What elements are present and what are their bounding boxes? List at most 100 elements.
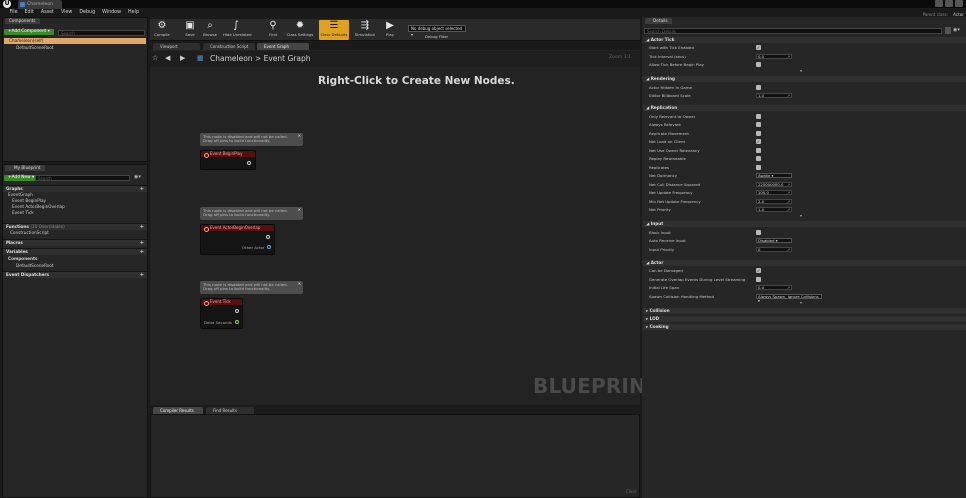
find-button[interactable]: ⚲ Find bbox=[261, 20, 285, 40]
class-defaults-button[interactable]: ☰ Class Defaults bbox=[319, 20, 349, 40]
block-input-checkbox[interactable] bbox=[756, 230, 761, 235]
favorite-star-icon[interactable]: ☆ bbox=[152, 54, 158, 62]
add-new-button[interactable]: +Add New ▾ bbox=[4, 175, 39, 181]
category-lod[interactable]: ▸ LOD bbox=[643, 316, 966, 322]
exec-pin-icon[interactable] bbox=[266, 235, 270, 239]
property-matrix-icon[interactable] bbox=[945, 27, 951, 34]
expand-advanced-icon[interactable]: ▾ bbox=[800, 300, 802, 305]
close-icon[interactable]: ✕ bbox=[298, 133, 301, 138]
blueprint-search-input[interactable]: Search bbox=[35, 175, 130, 181]
tree-defaultsceneroot[interactable]: DefaultSceneRoot bbox=[10, 263, 54, 269]
graphs-header[interactable]: Graphs + bbox=[3, 185, 147, 192]
net-update-input[interactable]: 100.0 ↗ bbox=[756, 190, 792, 195]
replicate-movement-checkbox[interactable] bbox=[756, 131, 761, 136]
tick-interval-input[interactable]: 0.0 ↗ bbox=[756, 54, 792, 59]
spinner-icon[interactable]: ↗ bbox=[787, 191, 790, 195]
node-body[interactable]: Event Tick Delta Seconds bbox=[200, 298, 243, 329]
menu-help[interactable]: Help bbox=[125, 9, 143, 17]
tab-viewport[interactable]: Viewport bbox=[153, 43, 200, 50]
add-function-icon[interactable]: + bbox=[140, 224, 144, 230]
view-options-icon[interactable]: ◉▾ bbox=[134, 174, 141, 180]
hide-unrelated-button[interactable]: ∫ Hide Unrelated bbox=[223, 20, 251, 40]
net-load-client-checkbox[interactable]: ✓ bbox=[756, 139, 761, 144]
add-macro-icon[interactable]: + bbox=[140, 240, 144, 246]
expand-advanced-icon[interactable]: ▾ bbox=[800, 68, 802, 73]
menu-edit[interactable]: Edit bbox=[21, 9, 37, 17]
add-variable-icon[interactable]: + bbox=[140, 249, 144, 255]
close-button[interactable] bbox=[955, 0, 963, 7]
document-tab[interactable]: Chameleon bbox=[18, 0, 62, 9]
menu-debug[interactable]: Debug bbox=[76, 9, 99, 17]
tab-compiler-results[interactable]: Compiler Results bbox=[153, 407, 203, 414]
category-input[interactable]: ◢ Input bbox=[643, 221, 966, 227]
close-icon[interactable]: ✕ bbox=[298, 207, 301, 212]
clear-button[interactable]: Clear bbox=[626, 489, 636, 494]
tree-components-category[interactable]: Components bbox=[2, 256, 37, 262]
close-icon[interactable]: ✕ bbox=[298, 281, 301, 286]
play-button[interactable]: ▶ Play bbox=[378, 20, 402, 40]
replicates-checkbox[interactable] bbox=[756, 165, 761, 170]
add-component-button[interactable]: +Add Component ▾ bbox=[4, 29, 54, 35]
class-settings-button[interactable]: ✹ Class Settings bbox=[286, 20, 314, 40]
billboard-scale-input[interactable]: 1.0 ↗ bbox=[756, 93, 792, 98]
spinner-icon[interactable]: ↗ bbox=[787, 183, 790, 187]
start-with-tick-checkbox[interactable]: ✓ bbox=[756, 45, 761, 50]
menu-window[interactable]: Window bbox=[99, 9, 125, 17]
unreal-logo-icon[interactable]: U bbox=[3, 0, 11, 8]
my-blueprint-tab[interactable]: My Blueprint bbox=[5, 165, 45, 171]
event-dispatchers-header[interactable]: Event Dispatchers + bbox=[3, 271, 147, 278]
tab-find-results[interactable]: Find Results bbox=[206, 407, 254, 414]
details-tab[interactable]: Details bbox=[645, 18, 672, 24]
auto-receive-select[interactable]: Disabled ▾ bbox=[756, 238, 792, 243]
gen-overlap-checkbox[interactable] bbox=[756, 277, 761, 282]
allow-tick-before-checkbox[interactable] bbox=[756, 62, 761, 67]
menu-asset[interactable]: Asset bbox=[37, 9, 57, 17]
spinner-icon[interactable]: ↗ bbox=[787, 55, 790, 59]
tab-event-graph[interactable]: Event Graph bbox=[257, 43, 309, 50]
add-graph-icon[interactable]: + bbox=[140, 186, 144, 192]
tab-construction-script[interactable]: Construction Script bbox=[203, 43, 255, 50]
component-item-defaultsceneroot[interactable]: DefaultSceneRoot bbox=[10, 45, 54, 51]
category-cooking[interactable]: ▸ Cooking bbox=[643, 324, 966, 330]
can-be-damaged-checkbox[interactable]: ✓ bbox=[756, 268, 761, 273]
category-actor[interactable]: ◢ Actor bbox=[643, 260, 966, 266]
debug-object-select[interactable]: No debug object selected ▾ bbox=[408, 25, 466, 37]
float-pin-icon[interactable] bbox=[235, 320, 239, 324]
spinner-icon[interactable]: ↗ bbox=[787, 94, 790, 98]
maximize-button[interactable] bbox=[945, 0, 953, 7]
macros-header[interactable]: Macros + bbox=[3, 239, 147, 246]
breadcrumb-root[interactable]: Chameleon bbox=[210, 54, 253, 63]
expand-advanced-icon[interactable]: ▾ bbox=[800, 213, 802, 218]
exec-pin-icon[interactable] bbox=[247, 161, 251, 165]
category-collision[interactable]: ▸ Collision bbox=[643, 308, 966, 314]
node-body[interactable]: Event BeginPlay bbox=[200, 150, 256, 170]
details-search-input[interactable]: Search Details bbox=[644, 28, 942, 34]
minimize-button[interactable] bbox=[935, 0, 943, 7]
breadcrumb-leaf[interactable]: Event Graph bbox=[264, 54, 311, 63]
exec-pin-icon[interactable] bbox=[235, 309, 239, 313]
initial-life-input[interactable]: 0.0 ↗ bbox=[756, 285, 792, 290]
tree-event-tick[interactable]: Event Tick bbox=[6, 210, 34, 216]
spinner-icon[interactable]: ↗ bbox=[787, 208, 790, 212]
only-relevant-owner-checkbox[interactable] bbox=[756, 114, 761, 119]
menu-view[interactable]: View bbox=[57, 9, 75, 17]
object-pin-icon[interactable] bbox=[267, 245, 271, 249]
browse-button[interactable]: ⌕ Browse bbox=[198, 20, 222, 40]
spinner-icon[interactable]: ↗ bbox=[787, 248, 790, 252]
components-tab[interactable]: Components bbox=[5, 18, 40, 24]
category-actor-tick[interactable]: ◢ Actor Tick bbox=[643, 37, 966, 43]
spinner-icon[interactable]: ↗ bbox=[787, 200, 790, 204]
variables-header[interactable]: Variables + bbox=[3, 248, 147, 255]
actor-hidden-checkbox[interactable] bbox=[756, 85, 761, 90]
net-dormancy-select[interactable]: Awake ▾ bbox=[756, 173, 792, 178]
back-arrow-icon[interactable]: ◀ bbox=[165, 54, 170, 62]
spinner-icon[interactable]: ↗ bbox=[787, 286, 790, 290]
replay-rewindable-checkbox[interactable] bbox=[756, 156, 761, 161]
simulation-button[interactable]: ⇶ Simulation bbox=[353, 20, 377, 40]
category-replication[interactable]: ◢ Replication bbox=[643, 105, 966, 111]
menu-file[interactable]: File bbox=[6, 9, 21, 17]
component-item-self[interactable]: Chameleon(self) bbox=[3, 38, 43, 44]
components-search-input[interactable]: Search bbox=[58, 30, 145, 36]
category-rendering[interactable]: ◢ Rendering bbox=[643, 76, 966, 82]
add-dispatcher-icon[interactable]: + bbox=[140, 272, 144, 278]
